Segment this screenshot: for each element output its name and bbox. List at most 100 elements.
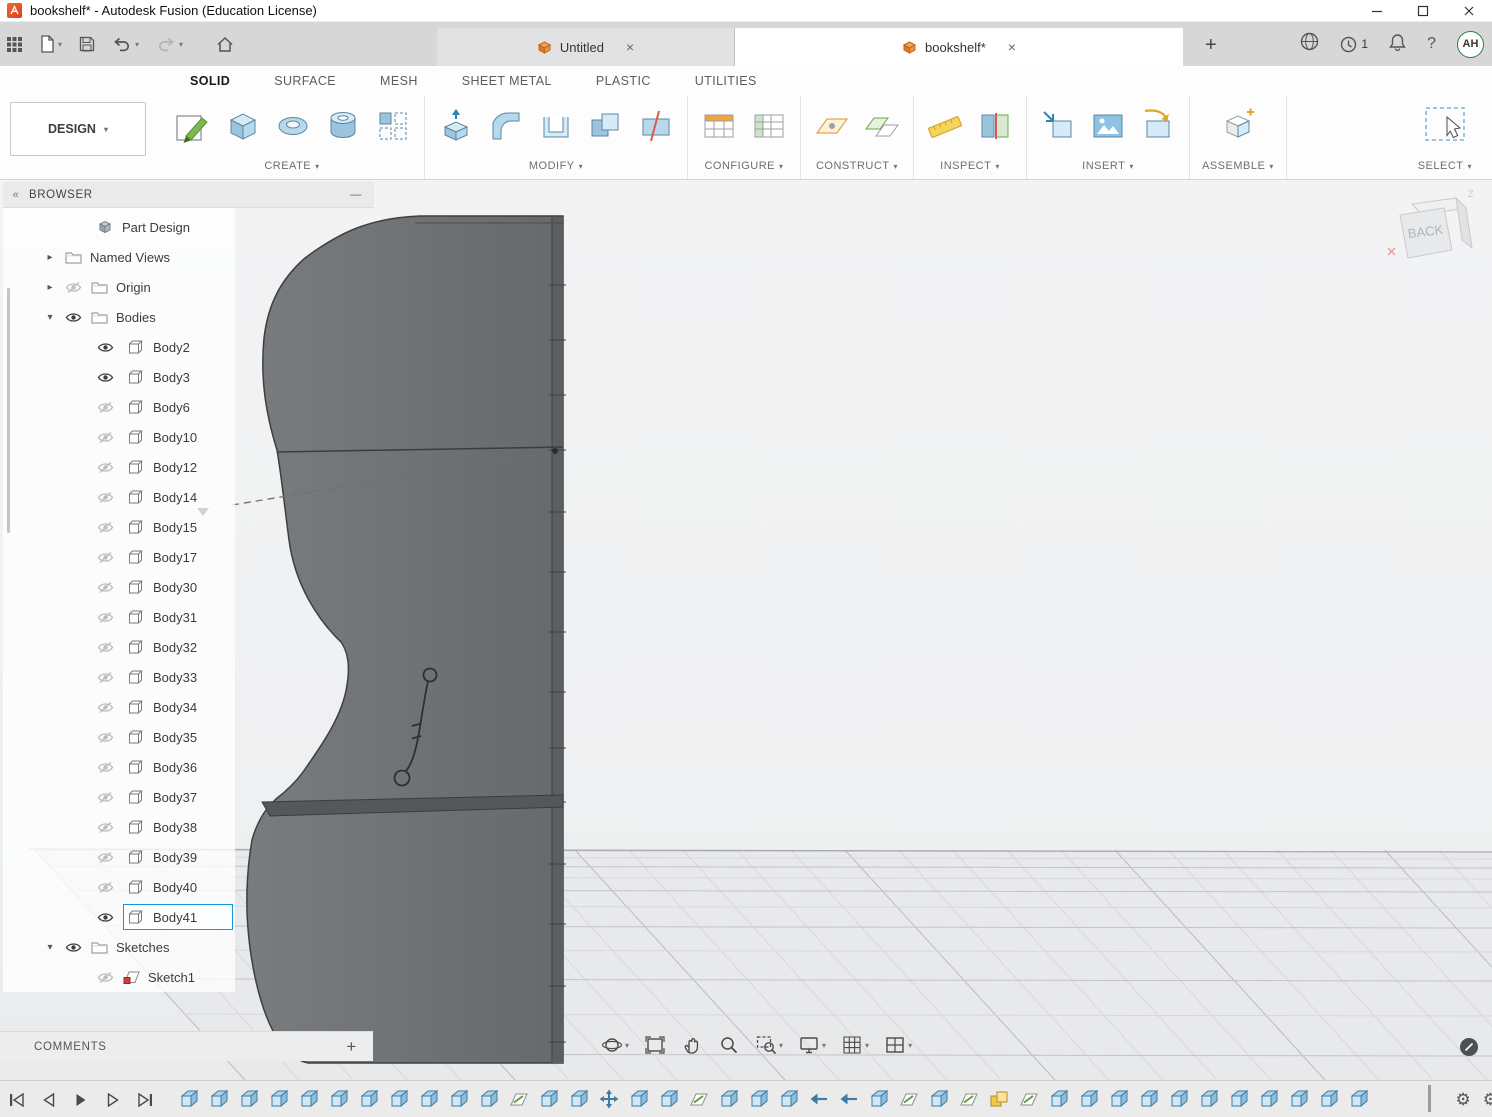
zoom-window-button[interactable]: ▾	[751, 1031, 787, 1059]
visibility-toggle-icon[interactable]	[65, 940, 83, 954]
timeline-feature-37-body-icon[interactable]	[1258, 1087, 1280, 1111]
timeline-feature-30-body-icon[interactable]	[1048, 1087, 1070, 1111]
timeline-feature-25-sketch-icon[interactable]	[898, 1087, 920, 1111]
timeline-feature-33-body-icon[interactable]	[1138, 1087, 1160, 1111]
browser-body-row-body3[interactable]: Body3	[3, 362, 235, 392]
body-row-box[interactable]: Body17	[123, 544, 233, 570]
minimize-button[interactable]	[1354, 0, 1400, 22]
box-button[interactable]	[224, 107, 262, 150]
body-row-box[interactable]: Body32	[123, 634, 233, 660]
visibility-toggle-icon[interactable]	[97, 520, 115, 534]
offset-plane-button[interactable]	[813, 107, 851, 150]
visibility-toggle-icon[interactable]	[97, 610, 115, 624]
add-comment-button[interactable]: +	[346, 1037, 357, 1057]
grid-settings-button[interactable]: ▾	[837, 1031, 873, 1059]
browser-body-row-body40[interactable]: Body40	[3, 872, 235, 902]
group-label[interactable]: CONSTRUCT	[816, 160, 890, 172]
close-button[interactable]	[1446, 0, 1492, 22]
document-tab-untitled[interactable]: Untitled ×	[437, 28, 735, 66]
visibility-toggle-icon[interactable]	[97, 910, 115, 924]
body-row-box[interactable]: Body15	[123, 514, 233, 540]
zoom-button[interactable]	[714, 1031, 744, 1059]
timeline-feature-39-body-icon[interactable]	[1318, 1087, 1340, 1111]
new-tab-button[interactable]: +	[1205, 34, 1217, 57]
fillet-button[interactable]	[487, 107, 525, 150]
browser-body-row-body38[interactable]: Body38	[3, 812, 235, 842]
group-label[interactable]: CONFIGURE	[704, 160, 775, 172]
visibility-toggle-icon[interactable]	[97, 370, 115, 384]
timeline-feature-4-body-icon[interactable]	[268, 1087, 290, 1111]
midplane-button[interactable]	[863, 107, 901, 150]
play-button[interactable]	[70, 1089, 92, 1111]
visibility-toggle-icon[interactable]	[97, 820, 115, 834]
visibility-toggle-icon[interactable]	[97, 340, 115, 354]
visibility-toggle-icon[interactable]	[97, 400, 115, 414]
browser-body-row-body41[interactable]: Body41	[3, 902, 235, 932]
visibility-toggle-icon[interactable]	[97, 970, 115, 984]
timeline-feature-26-body-icon[interactable]	[928, 1087, 950, 1111]
timeline-feature-31-body-icon[interactable]	[1078, 1087, 1100, 1111]
file-menu-button[interactable]: ▾	[40, 35, 62, 53]
browser-body-row-body30[interactable]: Body30	[3, 572, 235, 602]
browser-body-row-body32[interactable]: Body32	[3, 632, 235, 662]
configuration-table-button[interactable]	[750, 107, 788, 150]
measure-button[interactable]	[926, 107, 964, 150]
notifications-bell-icon[interactable]	[1389, 33, 1406, 56]
user-avatar[interactable]: AH	[1457, 30, 1484, 58]
visibility-toggle-icon[interactable]	[97, 730, 115, 744]
body-row-box[interactable]: Body10	[123, 424, 233, 450]
timeline-feature-15-move-icon[interactable]	[598, 1087, 620, 1111]
timeline-feature-18-sketch-icon[interactable]	[688, 1087, 710, 1111]
body-row-box[interactable]: Body41	[123, 904, 233, 930]
tab-solid[interactable]: SOLID	[168, 66, 252, 96]
timeline-feature-21-body-icon[interactable]	[778, 1087, 800, 1111]
timeline-feature-40-body-icon[interactable]	[1348, 1087, 1370, 1111]
visibility-toggle-icon[interactable]	[97, 880, 115, 894]
go-to-end-button[interactable]	[134, 1089, 156, 1111]
timeline-feature-29-sketch-icon[interactable]	[1018, 1087, 1040, 1111]
visibility-toggle-icon[interactable]	[97, 430, 115, 444]
job-status-button[interactable]: 1	[1340, 36, 1368, 53]
body-row-box[interactable]: Body40	[123, 874, 233, 900]
group-label[interactable]: INSPECT	[940, 160, 991, 172]
visibility-toggle-icon[interactable]	[65, 310, 83, 324]
browser-sketches-row[interactable]: ▾ Sketches	[3, 932, 235, 962]
browser-body-row-body6[interactable]: Body6	[3, 392, 235, 422]
comments-bar[interactable]: COMMENTS +	[0, 1031, 373, 1061]
timeline-feature-11-body-icon[interactable]	[478, 1087, 500, 1111]
group-label[interactable]: SELECT	[1418, 160, 1464, 172]
body-row-box[interactable]: Body36	[123, 754, 233, 780]
tab-utilities[interactable]: UTILITIES	[673, 66, 779, 96]
body-row-box[interactable]: Body2	[123, 334, 233, 360]
collapse-caret-icon[interactable]: ▾	[43, 312, 57, 323]
group-label[interactable]: CREATE	[264, 160, 311, 172]
go-to-start-button[interactable]	[6, 1089, 28, 1111]
orbit-button[interactable]: ▾	[597, 1031, 633, 1059]
pan-button[interactable]	[677, 1031, 707, 1059]
browser-body-row-body15[interactable]: Body15	[3, 512, 235, 542]
body-row-box[interactable]: Body31	[123, 604, 233, 630]
browser-origin-row[interactable]: ▸ Origin	[3, 272, 235, 302]
body-row-box[interactable]: Body37	[123, 784, 233, 810]
collapse-caret-icon[interactable]: ▾	[43, 942, 57, 953]
visibility-toggle-icon[interactable]	[97, 760, 115, 774]
visibility-toggle-icon[interactable]	[97, 640, 115, 654]
browser-body-row-body12[interactable]: Body12	[3, 452, 235, 482]
timeline-feature-32-body-icon[interactable]	[1108, 1087, 1130, 1111]
workspace-selector[interactable]: DESIGN ▾	[10, 102, 146, 156]
marker-badge-icon[interactable]	[1460, 1038, 1478, 1056]
visibility-toggle-icon[interactable]	[65, 280, 83, 294]
body-row-box[interactable]: Body33	[123, 664, 233, 690]
browser-sketch1-row[interactable]: Sketch1	[3, 962, 235, 992]
display-settings-button[interactable]: ▾	[794, 1031, 830, 1059]
decal-button[interactable]	[1139, 107, 1177, 150]
browser-body-row-body33[interactable]: Body33	[3, 662, 235, 692]
browser-body-row-body36[interactable]: Body36	[3, 752, 235, 782]
browser-body-row-body39[interactable]: Body39	[3, 842, 235, 872]
document-tab-bookshelf[interactable]: bookshelf* ×	[735, 28, 1183, 66]
extension-manager-icon[interactable]	[1300, 32, 1319, 56]
timeline-feature-28-combine-icon[interactable]	[988, 1087, 1010, 1111]
timeline-feature-2-body-icon[interactable]	[208, 1087, 230, 1111]
group-label[interactable]: INSERT	[1082, 160, 1125, 172]
visibility-toggle-icon[interactable]	[97, 490, 115, 504]
